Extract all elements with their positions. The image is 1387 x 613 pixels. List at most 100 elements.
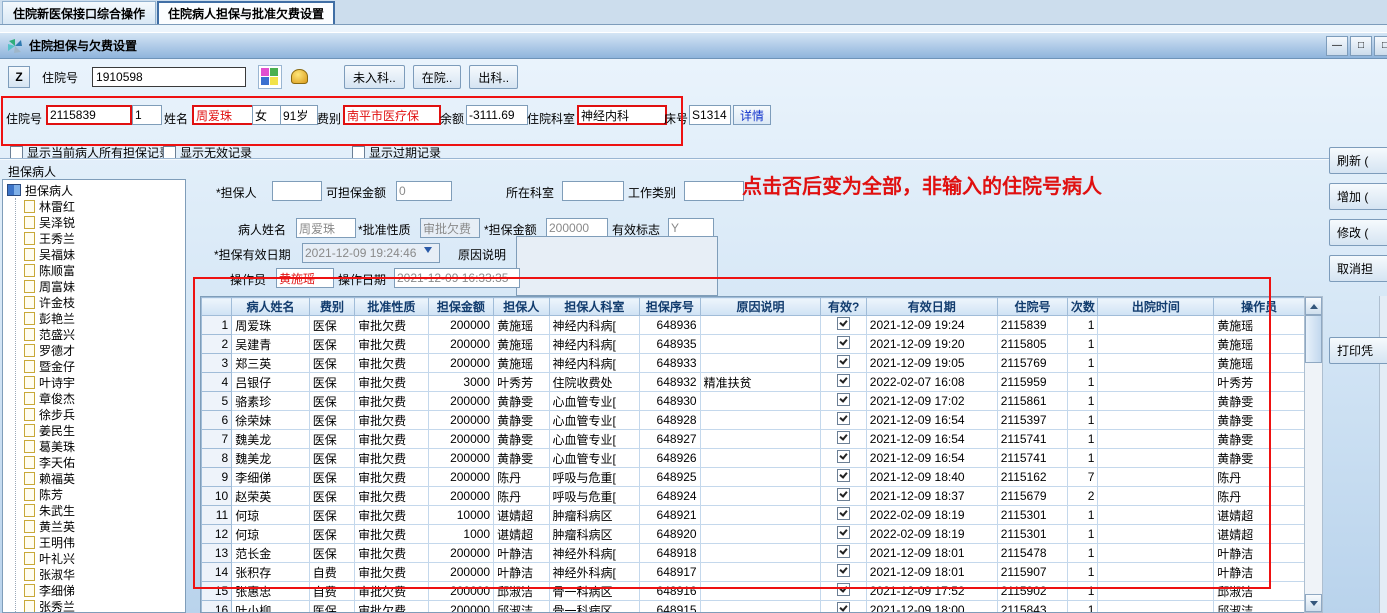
patient-admission-input[interactable] <box>46 105 132 125</box>
column-header[interactable]: 住院号 <box>996 297 1069 316</box>
column-header[interactable]: 担保人科室 <box>548 297 641 316</box>
ward-input[interactable] <box>577 105 667 125</box>
tab-1[interactable]: 住院新医保接口综合操作 <box>2 1 157 24</box>
table-row[interactable]: 9 李细俤 医保 审批欠费 200000 陈丹 呼吸与危重[648925 2021-12-09… <box>201 467 1305 487</box>
column-header[interactable]: 批准性质 <box>354 297 429 316</box>
in-hospital-button[interactable]: 在院.. <box>412 65 462 89</box>
scroll-down-icon[interactable] <box>1305 594 1322 612</box>
guarantee-amount-input[interactable] <box>546 218 608 238</box>
tree-item[interactable]: 李细俤 <box>16 582 185 598</box>
valid-checkbox[interactable] <box>837 507 851 520</box>
cancel-guarantee-button[interactable]: 取消担 <box>1329 255 1387 282</box>
operator-input[interactable] <box>276 268 334 288</box>
scrollbar-thumb[interactable] <box>1305 315 1322 363</box>
table-row[interactable]: 4 吕银仔 医保 审批欠费 3000 叶秀芳 住院收费处 648932 精准扶贫 2022-02-… <box>201 372 1305 392</box>
table-row[interactable]: 14 张积存 自费 审批欠费 200000 叶静洁 神经外科病[648917 2021-12-… <box>201 562 1305 582</box>
balance-input[interactable] <box>466 105 528 125</box>
table-row[interactable]: 7 魏美龙 医保 审批欠费 200000 黄静雯 心血管专业[648927 2021-12-0… <box>201 429 1305 449</box>
valid-checkbox[interactable] <box>837 355 851 368</box>
tree-item[interactable]: 陈芳 <box>16 486 185 502</box>
column-header[interactable]: 有效日期 <box>865 297 998 316</box>
valid-checkbox[interactable] <box>837 488 851 501</box>
z-button[interactable]: Z <box>8 66 30 88</box>
tree-item[interactable]: 吴福妹 <box>16 246 185 262</box>
patient-subno-input[interactable] <box>132 105 162 125</box>
tree-item[interactable]: 许金枝 <box>16 294 185 310</box>
tree-item[interactable]: 王明伟 <box>16 534 185 550</box>
patient-gender-input[interactable] <box>252 105 282 125</box>
tree-item[interactable]: 李天佑 <box>16 454 185 470</box>
tree-item[interactable]: 朱武生 <box>16 502 185 518</box>
column-header[interactable]: 次数 <box>1067 297 1099 316</box>
print-voucher-button[interactable]: 打印凭 <box>1329 337 1387 364</box>
column-header[interactable]: 出院时间 <box>1097 297 1215 316</box>
guarantor-input[interactable] <box>272 181 322 201</box>
valid-date-input[interactable] <box>302 243 440 263</box>
valid-checkbox[interactable] <box>837 545 851 558</box>
scroll-up-icon[interactable] <box>1305 297 1322 315</box>
patient-name-input[interactable] <box>192 105 254 125</box>
tree-item[interactable]: 陈顺富 <box>16 262 185 278</box>
refresh-button[interactable]: 刷新 ( <box>1329 147 1387 174</box>
table-row[interactable]: 1 周爱珠 医保 审批欠费 200000 黄施瑶 神经内科病[648936 2021-12-0… <box>201 315 1305 335</box>
valid-checkbox[interactable] <box>837 374 851 387</box>
tree-root[interactable]: 担保病人 <box>7 182 185 198</box>
tree-item[interactable]: 赖福英 <box>16 470 185 486</box>
tree-item[interactable]: 王秀兰 <box>16 230 185 246</box>
valid-checkbox[interactable] <box>837 469 851 482</box>
tree-item[interactable]: 姜民生 <box>16 422 185 438</box>
tree-item[interactable]: 范盛兴 <box>16 326 185 342</box>
tree-item[interactable]: 吴泽锐 <box>16 214 185 230</box>
valid-checkbox[interactable] <box>837 393 851 406</box>
bed-input[interactable] <box>689 105 731 125</box>
tree-item[interactable]: 徐步兵 <box>16 406 185 422</box>
fee-type-input[interactable] <box>343 105 441 125</box>
limit-input[interactable] <box>396 181 452 201</box>
column-header[interactable]: 费别 <box>308 297 356 316</box>
table-scrollbar[interactable] <box>1304 296 1323 613</box>
op-date-input[interactable] <box>394 268 520 288</box>
column-header[interactable]: 担保序号 <box>639 297 701 316</box>
modify-button[interactable]: 修改 ( <box>1329 219 1387 246</box>
admission-no-input[interactable] <box>92 67 247 87</box>
tree-item[interactable]: 彭艳兰 <box>16 310 185 326</box>
reason-textarea[interactable] <box>516 236 718 296</box>
table-row[interactable]: 6 徐荣妹 医保 审批欠费 200000 黄静雯 心血管专业[648928 2021-12-0… <box>201 410 1305 430</box>
table-row[interactable]: 8 魏美龙 医保 审批欠费 200000 黄静雯 心血管专业[648926 2021-12-0… <box>201 448 1305 468</box>
patient-name-form-input[interactable] <box>296 218 356 238</box>
not-admitted-button[interactable]: 未入科.. <box>344 65 405 89</box>
valid-checkbox[interactable] <box>837 564 851 577</box>
table-row[interactable]: 15 张惠忠 自费 审批欠费 200000 邱淑洁 骨一科病区 648916 2021-12-0… <box>201 581 1305 601</box>
valid-checkbox[interactable] <box>837 431 851 444</box>
table-row[interactable]: 10 赵荣英 医保 审批欠费 200000 陈丹 呼吸与危重[648924 2021-12-0… <box>201 486 1305 506</box>
column-header[interactable]: 担保人 <box>493 297 550 316</box>
table-row[interactable]: 16 叶小柳 医保 审批欠费 200000 邱淑洁 骨一科病区 648915 2021-12-0… <box>201 600 1305 612</box>
valid-checkbox[interactable] <box>837 412 851 425</box>
tree-item[interactable]: 周富妹 <box>16 278 185 294</box>
valid-flag-input[interactable] <box>668 218 714 238</box>
add-button[interactable]: 增加 ( <box>1329 183 1387 210</box>
column-header[interactable]: 有效? <box>820 297 867 316</box>
valid-checkbox[interactable] <box>837 336 851 349</box>
valid-checkbox[interactable] <box>837 526 851 539</box>
discharged-button[interactable]: 出科.. <box>469 65 519 89</box>
tree-item[interactable]: 章俊杰 <box>16 390 185 406</box>
table-row[interactable]: 11 何琼 医保 审批欠费 10000 谌婧超 肿瘤科病区 648921 2022-02-09 … <box>201 505 1305 525</box>
tree-item[interactable]: 叶诗宇 <box>16 374 185 390</box>
bell-icon[interactable] <box>288 66 310 88</box>
tree-item[interactable]: 叶礼兴 <box>16 550 185 566</box>
valid-checkbox[interactable] <box>837 317 851 330</box>
table-row[interactable]: 5 骆素珍 医保 审批欠费 200000 黄静雯 心血管专业[648930 2021-12-0… <box>201 391 1305 411</box>
table-row[interactable]: 12 何琼 医保 审批欠费 1000 谌婧超 肿瘤科病区 648920 2022-02-09 1… <box>201 524 1305 544</box>
detail-button[interactable]: 详情 <box>733 105 772 125</box>
column-header[interactable]: 原因说明 <box>699 297 822 316</box>
valid-checkbox[interactable] <box>837 583 851 596</box>
row-number-header[interactable] <box>201 297 233 316</box>
tab-2[interactable]: 住院病人担保与批准欠费设置 <box>157 1 336 24</box>
tree-item[interactable]: 张秀兰 <box>16 598 185 612</box>
table-row[interactable]: 3 郑三英 医保 审批欠费 200000 黄施瑶 神经内科病[648933 2021-12-0… <box>201 353 1305 373</box>
patient-age-input[interactable] <box>280 105 318 125</box>
job-input[interactable] <box>684 181 744 201</box>
column-header[interactable]: 病人姓名 <box>231 297 310 316</box>
dept-input[interactable] <box>562 181 624 201</box>
